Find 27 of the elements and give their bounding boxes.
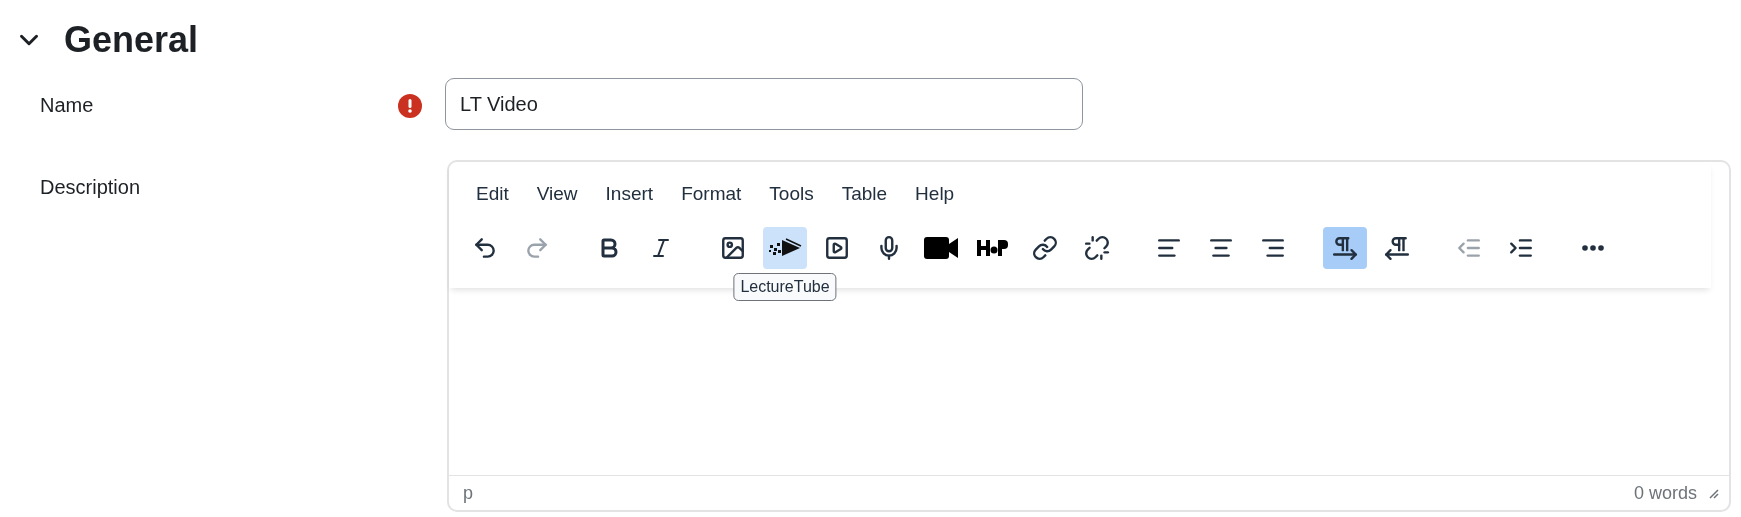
- image-icon: [720, 235, 746, 261]
- menu-item[interactable]: Insert: [592, 179, 667, 209]
- undo-icon: [472, 235, 498, 261]
- toolbar-button[interactable]: [1323, 227, 1367, 269]
- more-icon: [1582, 245, 1604, 251]
- element-path[interactable]: p: [463, 482, 473, 504]
- field-label: Name: [40, 94, 94, 117]
- menu-item[interactable]: Table: [828, 179, 901, 209]
- pilcrow-icon: [1384, 235, 1410, 261]
- menu-item[interactable]: Help: [902, 179, 968, 209]
- name-input-field[interactable]: LT Video: [445, 78, 1083, 130]
- play-icon: [824, 235, 850, 261]
- field-label: Description: [40, 176, 141, 199]
- menu-item[interactable]: Tools: [756, 179, 827, 209]
- link-icon: [1032, 235, 1058, 261]
- unlink-icon: [1084, 235, 1110, 261]
- pilcrow-icon: [1332, 235, 1358, 261]
- video-camera-icon: [923, 235, 959, 261]
- resize-handle-icon[interactable]: [1707, 487, 1719, 499]
- h5p-logo-icon: [976, 238, 1010, 258]
- tooltip: LectureTube: [733, 273, 837, 301]
- redo-icon: [524, 235, 550, 261]
- menu-item[interactable]: Format: [668, 179, 755, 209]
- section-title: General: [64, 19, 199, 61]
- menu-item[interactable]: Edit: [463, 179, 522, 209]
- menu-item[interactable]: View: [523, 179, 591, 209]
- word-count[interactable]: 0 words: [1633, 482, 1697, 504]
